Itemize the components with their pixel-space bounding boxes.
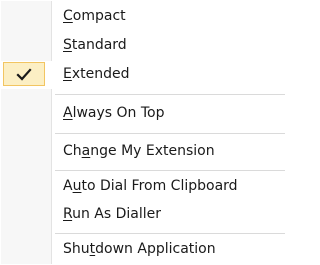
context-menu: Compact Standard Extended Always On Top …: [0, 0, 294, 265]
menu-item-label: Always On Top: [63, 105, 165, 121]
menu-separator: [55, 233, 285, 234]
menu-item-label: Auto Dial From Clipboard: [63, 178, 238, 194]
menu-separator: [55, 133, 285, 134]
menu-separator: [55, 170, 285, 171]
menu-item-standard[interactable]: Standard: [1, 32, 293, 60]
menu-item-label: Compact: [63, 8, 126, 24]
menu-item-label: Shutdown Application: [63, 241, 216, 257]
menu-item-compact[interactable]: Compact: [1, 3, 293, 31]
menu-item-label: Change My Extension: [63, 143, 215, 159]
menu-separator: [55, 94, 285, 95]
menu-item-change-my-extension[interactable]: Change My Extension: [1, 138, 293, 166]
menu-item-extended[interactable]: Extended: [1, 61, 293, 89]
menu-item-label: Run As Dialler: [63, 206, 162, 222]
menu-item-run-as-dialler[interactable]: Run As Dialler: [1, 201, 293, 229]
menu-item-shutdown-application[interactable]: Shutdown Application: [1, 236, 293, 264]
menu-item-auto-dial-from-clipboard[interactable]: Auto Dial From Clipboard: [1, 173, 293, 201]
checkmark-icon: [3, 62, 45, 86]
menu-item-label: Standard: [63, 37, 127, 53]
menu-item-label: Extended: [63, 66, 130, 82]
menu-item-always-on-top[interactable]: Always On Top: [1, 100, 293, 128]
